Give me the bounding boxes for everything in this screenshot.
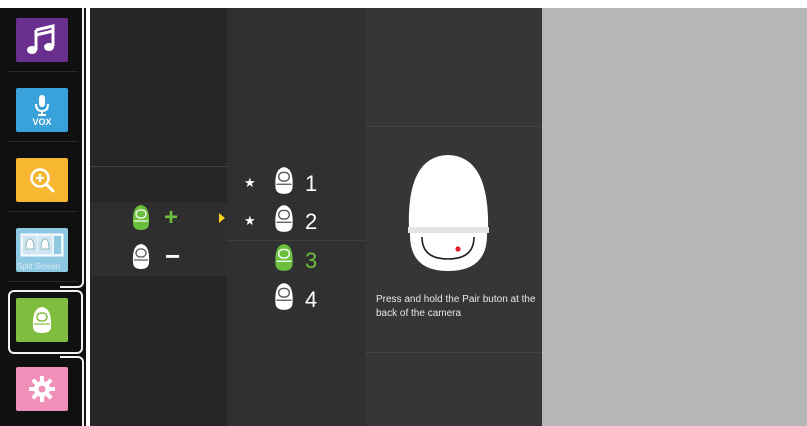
music-note-icon (27, 24, 55, 54)
microphone-icon (35, 94, 49, 116)
camera-number: 1 (305, 171, 318, 196)
add-camera-button[interactable]: + (128, 204, 188, 234)
gear-icon (29, 376, 55, 402)
camera-illustration (408, 155, 489, 271)
divider (365, 126, 542, 127)
vox-label: VOX (32, 116, 52, 127)
pairing-instruction-text: Press and hold the Pair buton at the bac… (376, 294, 536, 319)
camera-list-item[interactable]: ★ 1 (244, 166, 334, 198)
sidebar-top-bracket (60, 8, 84, 288)
split-screen-icon (20, 233, 64, 257)
top-strip (0, 0, 807, 8)
selection-arrow-icon (219, 213, 225, 223)
camera-icon (275, 167, 293, 194)
camera-list-item[interactable]: 4 (244, 282, 334, 314)
sidebar-bottom-bracket (60, 356, 84, 426)
remove-camera-button[interactable]: − (128, 241, 188, 273)
camera-list-item[interactable]: 3 (244, 243, 334, 275)
pair-button-indicator (455, 246, 461, 252)
camera-icon (275, 244, 293, 271)
add-symbol: + (164, 204, 179, 231)
divider (365, 352, 542, 353)
camera-icon (275, 283, 293, 310)
camera-list-item[interactable]: ★ 2 (244, 204, 334, 236)
divider (227, 240, 365, 241)
divider (90, 166, 227, 167)
camera-number: 3 (305, 248, 318, 273)
camera-icon (132, 205, 150, 230)
star-icon: ★ (244, 175, 256, 190)
sidebar-selection-frame (8, 290, 83, 354)
empty-preview-area (542, 8, 807, 426)
split-screen-label: Split Screen (17, 262, 61, 271)
camera-icon (275, 205, 293, 232)
camera-icon (132, 244, 150, 269)
app-window: VOX Split Screen + − ★ 1 ★ 2 3 4 Press a… (0, 0, 807, 426)
remove-symbol: − (165, 241, 181, 271)
star-icon: ★ (244, 213, 256, 228)
zoom-in-icon (30, 168, 55, 193)
camera-number: 2 (305, 209, 318, 234)
camera-number: 4 (305, 287, 318, 312)
